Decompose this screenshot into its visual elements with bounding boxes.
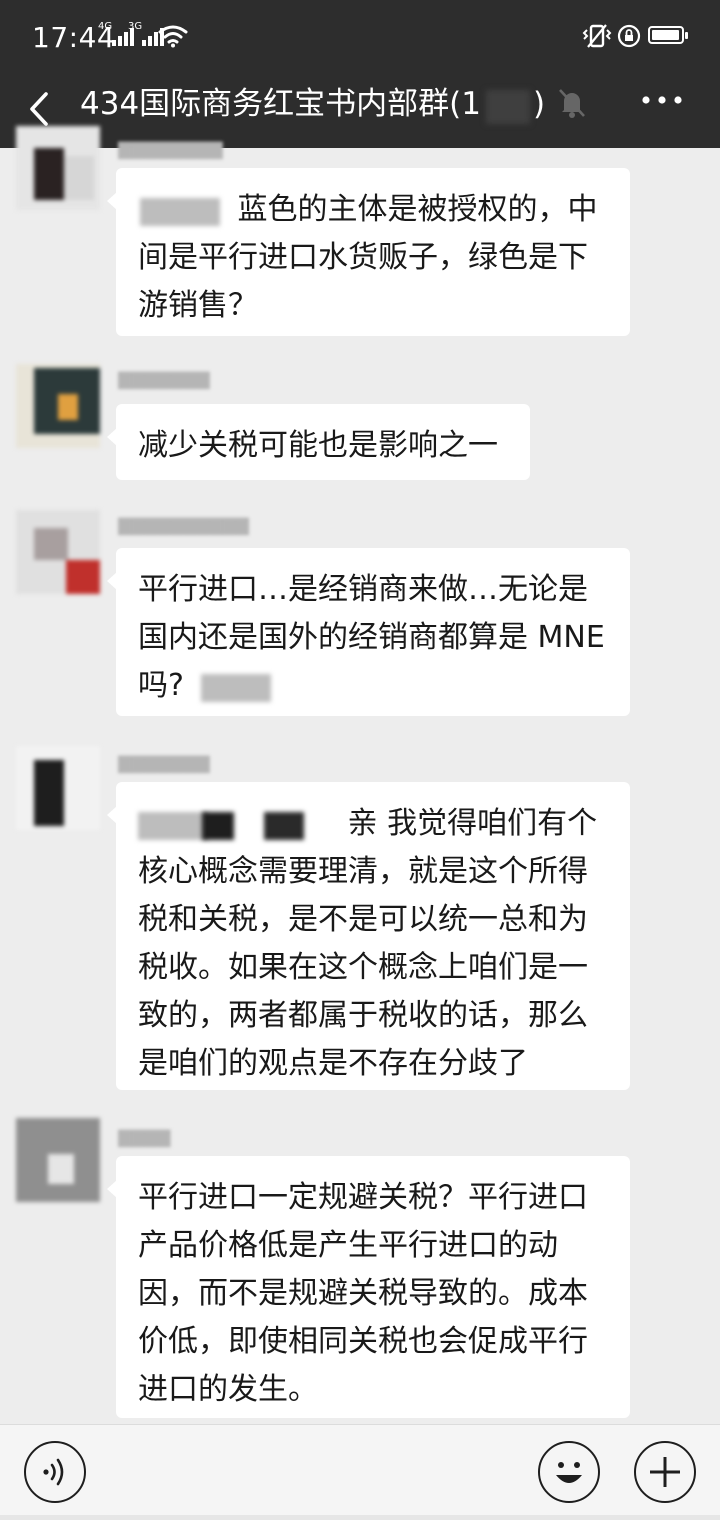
message-bubble[interactable]: 平行进口一定规避关税？平行进口产品价格低是产生平行进口的动因，而不是规避关税导致…	[107, 1156, 630, 1418]
sender-name-redacted: ▇▇▇▇▇▇▇▇▇▇	[118, 516, 249, 536]
bell-off-icon	[559, 89, 585, 118]
sender-name-redacted: ▇▇▇▇▇▇▇	[118, 754, 210, 774]
message-bubble[interactable]: 亲 我觉得咱们有个核心概念需要理清，就是这个所得税和关税，是不是可以统一总和为税…	[107, 782, 630, 1090]
bottom-edge	[0, 1515, 720, 1520]
input-bar	[0, 1424, 720, 1520]
battery-icon	[648, 26, 688, 44]
signal-label-4g: 4G	[98, 21, 113, 32]
chat-screen: 17:44 4G 3G 434国际商务红宝书内部群(1) ▇▇▇▇▇▇▇▇ 蓝…	[0, 0, 720, 1520]
status-bar: 17:44 4G 3G	[0, 0, 720, 72]
message-bubble[interactable]: 蓝色的主体是被授权的，中间是平行进口水货贩子，绿色是下游销售？	[107, 168, 630, 336]
message-bubble[interactable]: 减少关税可能也是影响之一	[107, 404, 530, 480]
emoji-button[interactable]	[538, 1441, 600, 1503]
voice-icon	[43, 1458, 64, 1486]
avatar[interactable]	[16, 126, 100, 210]
chat-title: 434国际商务红宝书内部群(1	[80, 86, 481, 122]
sender-name-redacted: ▇▇▇▇	[118, 1128, 171, 1148]
avatar[interactable]	[16, 746, 100, 830]
mention-redacted	[138, 808, 338, 842]
emoji-icon	[556, 1462, 582, 1483]
voice-button[interactable]	[24, 1441, 86, 1503]
top-bar: 17:44 4G 3G 434国际商务红宝书内部群(1)	[0, 0, 720, 148]
message-text: 平行进口一定规避关税？平行进口产品价格低是产生平行进口的动因，而不是规避关税导致…	[138, 1180, 588, 1407]
sender-name-redacted: ▇▇▇▇▇▇▇▇	[118, 140, 223, 160]
vibrate-icon	[582, 24, 612, 48]
message-text: 亲 我觉得咱们有个核心概念需要理清，就是这个所得税和关税，是不是可以统一总和为税…	[138, 806, 598, 1081]
avatar[interactable]	[16, 1118, 100, 1202]
title-count-redacted	[486, 90, 530, 124]
chat-title-suffix: )	[533, 86, 546, 122]
wifi-icon	[158, 25, 188, 48]
plus-button[interactable]	[634, 1441, 696, 1503]
avatar[interactable]	[16, 510, 100, 594]
sender-name-redacted: ▇▇▇▇▇▇▇	[118, 370, 210, 390]
mention-redacted	[193, 670, 283, 704]
plus-icon	[650, 1457, 680, 1487]
avatar[interactable]	[16, 364, 100, 448]
title-bar: 434国际商务红宝书内部群(1 )	[0, 72, 720, 148]
signal-label-3g: 3G	[128, 21, 143, 32]
message-bubble[interactable]: 平行进口…是经销商来做…无论是国内还是国外的经销商都算是 MNE 吗?	[107, 548, 630, 716]
more-dots-icon[interactable]	[640, 90, 684, 110]
mention-redacted	[138, 194, 228, 228]
rotation-lock-icon	[617, 24, 641, 48]
message-text: 减少关税可能也是影响之一	[138, 428, 498, 463]
